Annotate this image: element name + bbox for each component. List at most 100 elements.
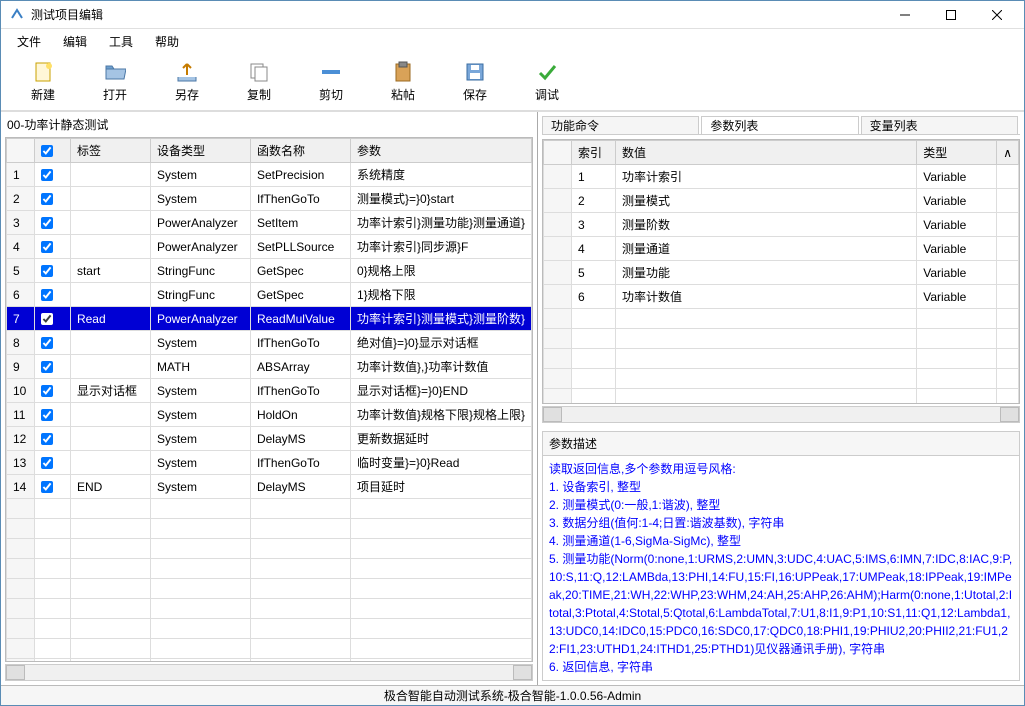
row-label[interactable]: start [70,259,150,283]
row-params[interactable]: 显示对话框}=}0}END [350,379,531,403]
toolbar-copy[interactable]: 复制 [227,57,291,107]
row-devtype[interactable]: System [150,427,250,451]
param-row[interactable]: 3测量阶数Variable [544,213,1019,237]
row-params[interactable]: 系统精度 [350,163,531,187]
col-devtype[interactable]: 设备类型 [150,139,250,163]
toolbar-new[interactable]: 新建 [11,57,75,107]
col-rownum[interactable] [7,139,35,163]
row-label[interactable] [70,163,150,187]
row-params[interactable]: 临时变量}=}0}Read [350,451,531,475]
row-params[interactable]: 1}规格下限 [350,283,531,307]
table-row[interactable]: 13SystemIfThenGoTo临时变量}=}0}Read [7,451,532,475]
table-row[interactable]: 7ReadPowerAnalyzerReadMulValue功率计索引}测量模式… [7,307,532,331]
row-func[interactable]: SetPrecision [250,163,350,187]
table-row[interactable]: 1SystemSetPrecision系统精度 [7,163,532,187]
row-label[interactable]: Read [70,307,150,331]
table-row[interactable]: 8SystemIfThenGoTo绝对值}=}0}显示对话框 [7,331,532,355]
prow-index[interactable]: 5 [572,261,616,285]
row-func[interactable]: IfThenGoTo [250,187,350,211]
prow-value[interactable]: 功率计索引 [616,165,917,189]
row-func[interactable]: DelayMS [250,427,350,451]
row-label[interactable] [70,211,150,235]
row-checkbox[interactable] [41,385,53,397]
row-label[interactable] [70,451,150,475]
row-checkbox[interactable] [41,337,53,349]
toolbar-cut[interactable]: 剪切 [299,57,363,107]
menu-help[interactable]: 帮助 [145,31,189,52]
row-check[interactable] [34,403,70,427]
desc-body[interactable]: 读取返回信息,多个参数用逗号风格:1. 设备索引, 整型2. 测量模式(0:一般… [543,456,1019,680]
row-devtype[interactable]: MATH [150,355,250,379]
col-check[interactable] [34,139,70,163]
row-check[interactable] [34,331,70,355]
row-label[interactable] [70,283,150,307]
table-row[interactable]: 12SystemDelayMS更新数据延时 [7,427,532,451]
row-params[interactable]: 绝对值}=}0}显示对话框 [350,331,531,355]
row-checkbox[interactable] [41,409,53,421]
row-func[interactable]: SetPLLSource [250,235,350,259]
prow-type[interactable]: Variable [917,261,997,285]
prow-index[interactable]: 3 [572,213,616,237]
row-checkbox[interactable] [41,217,53,229]
maximize-button[interactable] [928,1,974,29]
row-label[interactable]: END [70,475,150,499]
row-label[interactable] [70,235,150,259]
row-params[interactable]: 功率计数值},}功率计数值 [350,355,531,379]
toolbar-save[interactable]: 保存 [443,57,507,107]
row-func[interactable]: ReadMulValue [250,307,350,331]
prow-type[interactable]: Variable [917,237,997,261]
param-row[interactable]: 4测量通道Variable [544,237,1019,261]
prow-value[interactable]: 测量模式 [616,189,917,213]
prow-value[interactable]: 功率计数值 [616,285,917,309]
row-check[interactable] [34,475,70,499]
row-checkbox[interactable] [41,457,53,469]
table-row[interactable]: 5startStringFuncGetSpec0}规格上限 [7,259,532,283]
pcol-rownum[interactable] [544,141,572,165]
row-devtype[interactable]: StringFunc [150,283,250,307]
steps-grid[interactable]: 标签 设备类型 函数名称 参数 1SystemSetPrecision系统精度2… [5,137,533,662]
row-label[interactable] [70,355,150,379]
row-check[interactable] [34,379,70,403]
row-devtype[interactable]: PowerAnalyzer [150,211,250,235]
prow-value[interactable]: 测量阶数 [616,213,917,237]
row-func[interactable]: GetSpec [250,259,350,283]
row-params[interactable]: 功率计索引}同步源}F [350,235,531,259]
tab-var-list[interactable]: 变量列表 [861,116,1018,134]
row-checkbox[interactable] [41,193,53,205]
param-row[interactable]: 5测量功能Variable [544,261,1019,285]
prow-type[interactable]: Variable [917,165,997,189]
row-devtype[interactable]: System [150,403,250,427]
col-label[interactable]: 标签 [70,139,150,163]
menu-tools[interactable]: 工具 [99,31,143,52]
row-devtype[interactable]: System [150,187,250,211]
row-params[interactable]: 0}规格上限 [350,259,531,283]
row-label[interactable] [70,403,150,427]
tab-param-list[interactable]: 参数列表 [701,116,858,134]
row-check[interactable] [34,259,70,283]
row-devtype[interactable]: System [150,331,250,355]
row-params[interactable]: 功率计索引}测量模式}测量阶数} [350,307,531,331]
table-row[interactable]: 14ENDSystemDelayMS项目延时 [7,475,532,499]
param-row[interactable]: 1功率计索引Variable [544,165,1019,189]
toolbar-paste[interactable]: 粘帖 [371,57,435,107]
row-check[interactable] [34,187,70,211]
table-row[interactable]: 11SystemHoldOn功率计数值}规格下限}规格上限} [7,403,532,427]
row-check[interactable] [34,211,70,235]
row-check[interactable] [34,283,70,307]
minimize-button[interactable] [882,1,928,29]
col-func[interactable]: 函数名称 [250,139,350,163]
row-checkbox[interactable] [41,433,53,445]
menu-edit[interactable]: 编辑 [53,31,97,52]
prow-index[interactable]: 6 [572,285,616,309]
prow-index[interactable]: 2 [572,189,616,213]
row-devtype[interactable]: System [150,379,250,403]
row-check[interactable] [34,355,70,379]
toolbar-debug[interactable]: 调试 [515,57,579,107]
row-params[interactable]: 测量模式}=}0}start [350,187,531,211]
pcol-index[interactable]: 索引 [572,141,616,165]
row-func[interactable]: IfThenGoTo [250,331,350,355]
prow-value[interactable]: 测量功能 [616,261,917,285]
row-func[interactable]: SetItem [250,211,350,235]
prow-value[interactable]: 测量通道 [616,237,917,261]
row-devtype[interactable]: System [150,163,250,187]
